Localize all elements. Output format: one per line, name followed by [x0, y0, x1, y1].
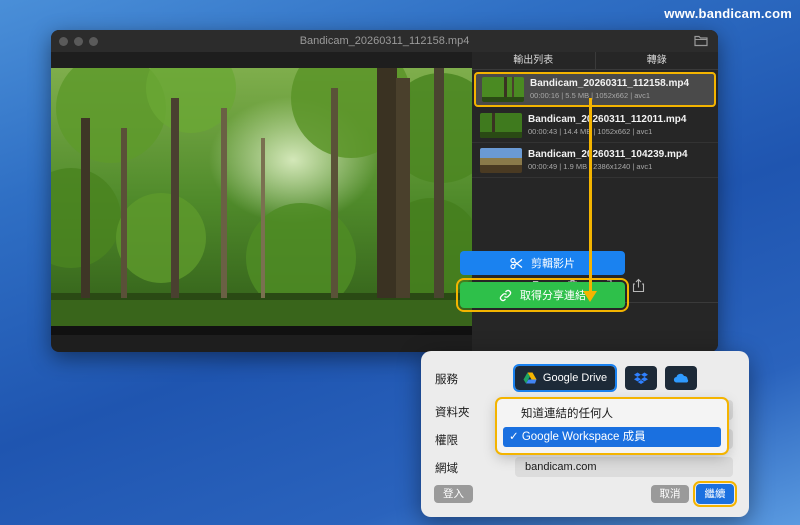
- google-drive-icon: [523, 372, 537, 384]
- minimize-button[interactable]: [74, 37, 83, 46]
- forest-video-frame: [51, 68, 472, 335]
- get-share-link-label: 取得分享連結: [520, 290, 586, 302]
- checkmark-icon: ✓: [509, 431, 522, 443]
- file-name: Bandicam_20260311_112011.mp4: [528, 114, 687, 125]
- google-drive-button[interactable]: Google Drive: [513, 364, 617, 392]
- dropbox-icon: [634, 372, 648, 384]
- onedrive-button[interactable]: [665, 366, 697, 390]
- domain-label: 網域: [435, 463, 458, 475]
- scissors-icon: [510, 257, 523, 269]
- domain-field[interactable]: bandicam.com: [515, 457, 733, 477]
- permission-option-workspace-label: Google Workspace 成員: [521, 431, 646, 443]
- share-icon[interactable]: [631, 278, 646, 293]
- tab-output-list[interactable]: 輸出列表: [472, 52, 595, 69]
- permission-dropdown: 知道連結的任何人 ✓ Google Workspace 成員: [495, 397, 729, 455]
- window-title: Bandicam_20260311_112158.mp4: [299, 35, 470, 47]
- permission-option-workspace[interactable]: ✓ Google Workspace 成員: [503, 427, 721, 447]
- get-share-link-button[interactable]: 取得分享連結: [456, 278, 629, 312]
- video-preview[interactable]: [51, 68, 472, 335]
- file-list: Bandicam_20260311_112158.mp4 00:00:16 | …: [472, 71, 718, 178]
- panel-tabs: 輸出列表 轉錄: [472, 52, 718, 70]
- video-thumbnail: [480, 112, 522, 138]
- edit-video-label: 剪輯影片: [531, 258, 575, 270]
- file-item[interactable]: Bandicam_20260311_104239.mp4 00:00:49 | …: [472, 143, 718, 178]
- login-button[interactable]: 登入: [434, 485, 473, 503]
- edit-video-button[interactable]: 剪輯影片: [460, 251, 625, 275]
- google-drive-label: Google Drive: [542, 372, 608, 384]
- video-thumbnail: [480, 147, 522, 173]
- video-thumbnail: [482, 76, 524, 102]
- folder-icon[interactable]: [694, 34, 708, 47]
- onedrive-icon: [673, 373, 689, 383]
- cancel-button[interactable]: 取消: [651, 485, 689, 503]
- permission-label: 權限: [435, 435, 458, 447]
- zoom-button[interactable]: [89, 37, 98, 46]
- permission-option-anyone[interactable]: 知道連結的任何人: [503, 404, 721, 424]
- tab-transcribe[interactable]: 轉錄: [594, 52, 719, 69]
- bandicam-watermark: www.bandicam.com: [664, 6, 792, 21]
- highlight-arrow-line: [589, 98, 592, 296]
- window-controls: [59, 37, 98, 46]
- link-icon: [499, 289, 512, 301]
- service-label: 服務: [435, 374, 458, 386]
- title-bar: Bandicam_20260311_112158.mp4: [51, 30, 718, 52]
- highlight-arrow-head: [583, 291, 597, 302]
- file-detail: 00:00:49 | 1.9 MB | 2386x1240 | avc1: [528, 162, 653, 171]
- file-item[interactable]: Bandicam_20260311_112011.mp4 00:00:43 | …: [472, 108, 718, 143]
- dropbox-button[interactable]: [625, 366, 657, 390]
- file-detail: 00:00:43 | 14.4 MB | 1052x662 | avc1: [528, 127, 653, 136]
- file-item-selected[interactable]: Bandicam_20260311_112158.mp4 00:00:16 | …: [474, 72, 716, 107]
- close-button[interactable]: [59, 37, 68, 46]
- file-name: Bandicam_20260311_104239.mp4: [528, 149, 688, 160]
- file-name: Bandicam_20260311_112158.mp4: [530, 78, 690, 89]
- folder-label: 資料夾: [435, 407, 470, 419]
- continue-button[interactable]: 繼續: [693, 481, 737, 507]
- file-detail: 00:00:16 | 5.5 MB | 1052x662 | avc1: [530, 91, 651, 100]
